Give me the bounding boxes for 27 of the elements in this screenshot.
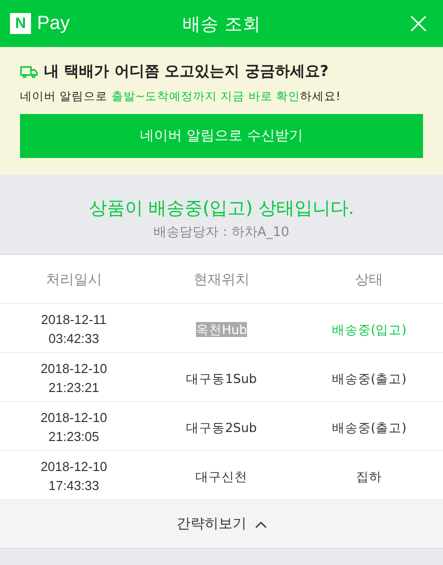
table-cell: 대구신천 [195,468,248,484]
table-cell: 옥천Hub [196,322,248,336]
courier-label: 배송담당자 : 하차A_10 [152,224,290,241]
table-cell: 대구동1Sub [186,370,257,386]
table-cell: 2018-12-10 17:43:33 [40,458,108,493]
chevron-up-icon [254,520,266,528]
column-header: 상태 [355,272,384,288]
subscribe-button[interactable]: 네이버 알림으로 수신받기 [20,114,423,158]
status-headline: 상품이 배송중(입고) 상태입니다. [88,197,356,220]
close-button[interactable]: × [404,8,433,38]
notice-headline: 내 택배가 어디쯤 오고있는지 궁금하세요? [44,62,329,81]
table-cell: 배송중(출고) [332,420,407,434]
table-cell: 집하 [356,468,382,484]
column-header: 현재위치 [193,272,250,288]
column-header: 처리일시 [46,272,102,288]
truck-icon [20,65,38,78]
table-cell: 배송중(입고) [332,322,407,336]
table-cell: 대구동2Sub [186,420,257,434]
logo-mark: N [10,13,31,34]
table-cell: 배송중(출고) [332,370,407,386]
table-cell: 2018-12-10 21:23:05 [40,410,108,444]
table-cell: 2018-12-11 03:42:33 [41,312,107,346]
logo-text: Pay [37,12,70,34]
notice-message: 네이버 알림으로 출발~도착예정까지 지금 바로 확인 하세요! [20,89,342,104]
table-cell: 2018-12-10 21:23:21 [40,360,108,395]
collapse-toggle[interactable]: 간략히보기 [170,514,272,534]
window-title: 배송 조회 [182,14,260,34]
